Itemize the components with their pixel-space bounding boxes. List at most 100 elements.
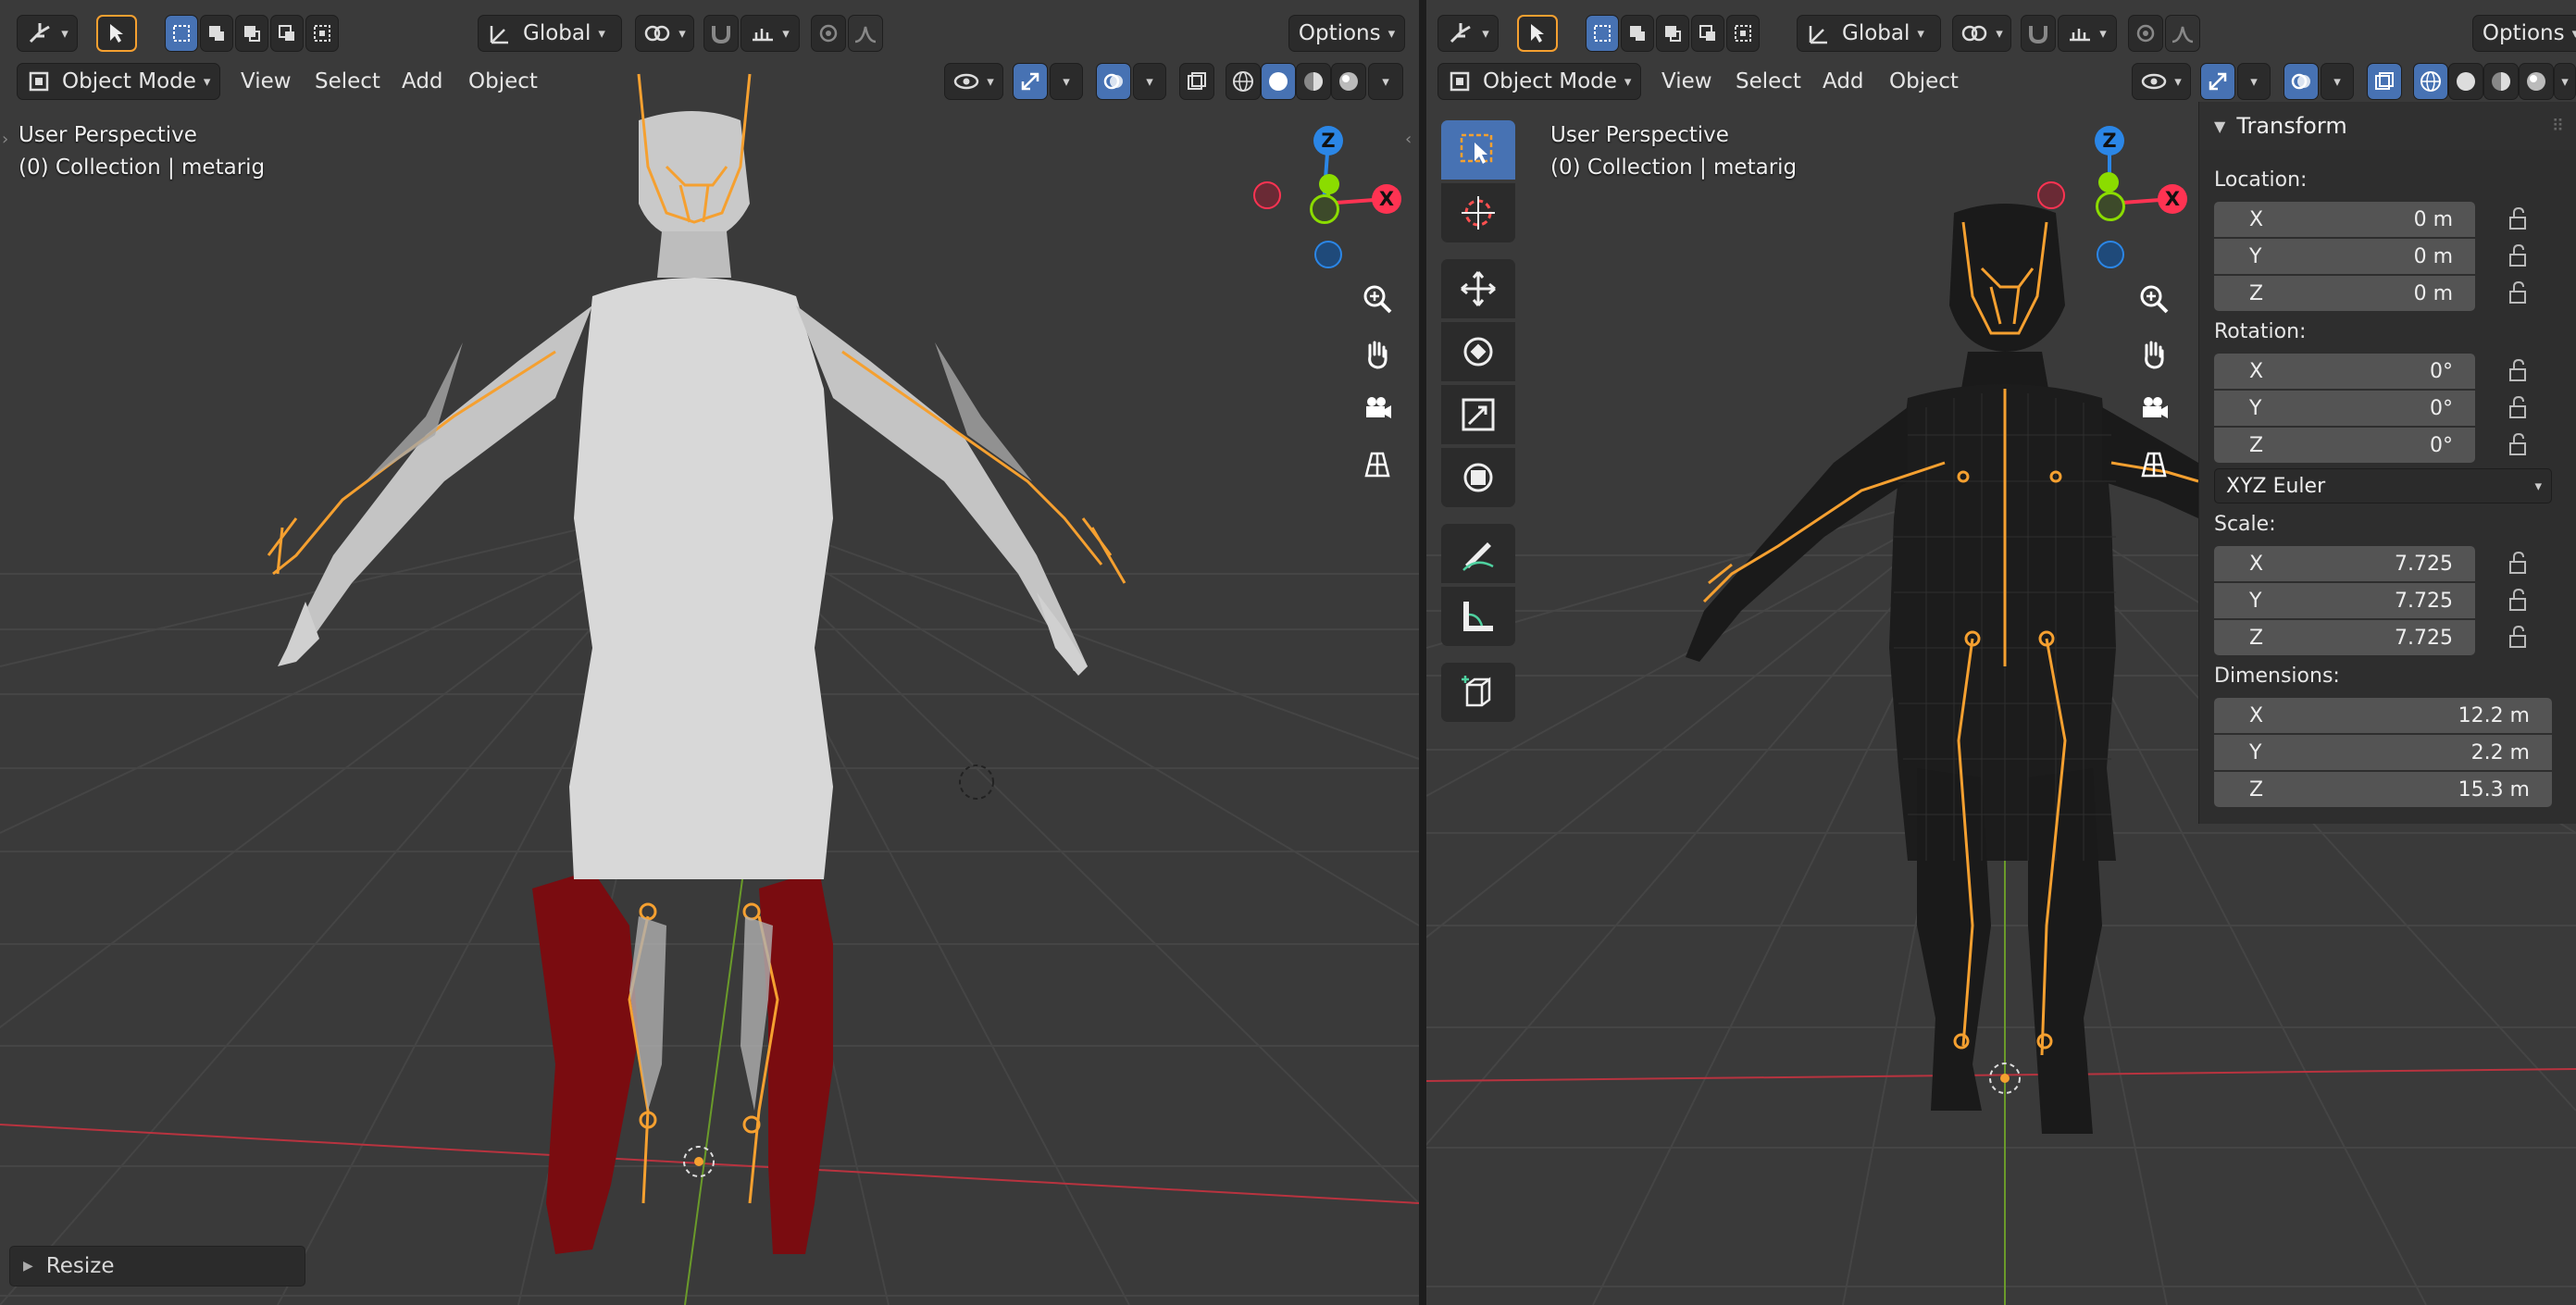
gizmo-axis-neg-x[interactable] <box>1253 181 1281 209</box>
editor-type-button[interactable]: ▾ <box>1437 14 1499 52</box>
lock-location-y-icon[interactable] <box>2505 242 2532 270</box>
options-dropdown[interactable]: Options ▾ <box>1288 14 1405 52</box>
tool-rotate[interactable] <box>1441 322 1515 381</box>
gizmo-axis-y[interactable] <box>2098 172 2119 193</box>
dimensions-z-field[interactable]: Z 15.3 m <box>2214 772 2552 807</box>
gizmo-axis-neg-z[interactable] <box>2097 241 2124 268</box>
tweak-tool-button[interactable] <box>1517 14 1558 52</box>
xray-toggle[interactable] <box>1179 62 1214 100</box>
select-mode-intersect-button[interactable] <box>1726 14 1760 52</box>
gizmo-toggle[interactable] <box>2200 62 2235 100</box>
perspective-toggle-button[interactable] <box>2130 441 2178 489</box>
tool-move[interactable] <box>1441 259 1515 318</box>
lock-scale-x-icon[interactable] <box>2505 550 2532 578</box>
overlays-dropdown[interactable]: ▾ <box>2321 62 2354 100</box>
overlays-toggle[interactable] <box>2284 62 2319 100</box>
rotation-z-field[interactable]: Z 0° <box>2214 428 2475 463</box>
mode-dropdown[interactable]: Object Mode ▾ <box>1437 62 1641 100</box>
gizmo-axis-z[interactable]: Z <box>1313 126 1343 155</box>
xray-toggle[interactable] <box>2367 62 2402 100</box>
shading-dropdown[interactable]: ▾ <box>2554 62 2576 100</box>
select-mode-invert-button[interactable] <box>270 14 304 52</box>
pivot-point-dropdown[interactable]: ▾ <box>1952 14 2011 52</box>
zoom-button[interactable] <box>1353 275 1401 323</box>
visibility-dropdown[interactable]: ▾ <box>944 62 1003 100</box>
area-divider[interactable] <box>1419 0 1426 1305</box>
menu-object[interactable]: Object <box>1880 63 1968 100</box>
lock-location-x-icon[interactable] <box>2505 205 2532 233</box>
tool-scale[interactable] <box>1441 385 1515 444</box>
overlays-dropdown[interactable]: ▾ <box>1133 62 1166 100</box>
tool-cursor[interactable] <box>1441 183 1515 242</box>
shading-material-button[interactable] <box>1296 62 1331 100</box>
navigation-gizmo[interactable]: Z X <box>2037 120 2204 278</box>
shading-rendered-button[interactable] <box>1331 62 1366 100</box>
select-mode-invert-button[interactable] <box>1691 14 1724 52</box>
navigation-gizmo[interactable]: Z X <box>1240 120 1407 278</box>
gizmo-axis-y[interactable] <box>1319 174 1339 194</box>
lock-rotation-y-icon[interactable] <box>2505 394 2532 422</box>
menu-object[interactable]: Object <box>459 63 547 100</box>
operator-panel-resize[interactable]: ▶ Resize <box>9 1246 305 1286</box>
shading-wireframe-button[interactable] <box>2413 62 2448 100</box>
location-y-field[interactable]: Y 0 m <box>2214 239 2475 274</box>
visibility-dropdown[interactable]: ▾ <box>2132 62 2191 100</box>
select-mode-subtract-button[interactable] <box>1656 14 1689 52</box>
scale-x-field[interactable]: X 7.725 <box>2214 546 2475 581</box>
gizmo-dropdown[interactable]: ▾ <box>1050 62 1083 100</box>
lock-location-z-icon[interactable] <box>2505 280 2532 307</box>
menu-view[interactable]: View <box>231 63 301 100</box>
transform-orientation-dropdown[interactable]: Global ▾ <box>478 14 622 52</box>
lock-scale-y-icon[interactable] <box>2505 587 2532 615</box>
gizmo-axis-x[interactable]: X <box>1372 184 1401 214</box>
shading-wireframe-button[interactable] <box>1226 62 1261 100</box>
overlays-toggle[interactable] <box>1096 62 1131 100</box>
editor-type-button[interactable]: ▾ <box>17 14 78 52</box>
viewport-right[interactable]: ▾ Global ▾ ▾ ▾ Options ▾ Object Mode ▾ View… <box>1426 0 2576 1305</box>
snap-toggle[interactable] <box>703 14 739 52</box>
gizmo-axis-neg-x[interactable] <box>2037 181 2065 209</box>
scale-y-field[interactable]: Y 7.725 <box>2214 583 2475 618</box>
select-mode-new-button[interactable] <box>1586 14 1619 52</box>
scale-z-field[interactable]: Z 7.725 <box>2214 620 2475 655</box>
menu-view[interactable]: View <box>1652 63 1722 100</box>
pan-button[interactable] <box>1353 330 1401 379</box>
snap-target-dropdown[interactable]: ▾ <box>740 14 800 52</box>
menu-add[interactable]: Add <box>1813 63 1873 100</box>
camera-view-button[interactable] <box>1353 385 1401 433</box>
shading-rendered-button[interactable] <box>2519 62 2554 100</box>
pan-button[interactable] <box>2130 330 2178 379</box>
perspective-toggle-button[interactable] <box>1353 441 1401 489</box>
gizmo-axis-x[interactable]: X <box>2158 184 2187 214</box>
options-dropdown[interactable]: Options ▾ <box>2472 14 2576 52</box>
rotation-mode-dropdown[interactable]: XYZ Euler ▾ <box>2214 468 2552 503</box>
transform-panel-header[interactable]: ▼ Transform ⠿ <box>2199 102 2576 150</box>
select-mode-subtract-button[interactable] <box>235 14 268 52</box>
shading-solid-button[interactable] <box>1261 62 1296 100</box>
menu-select[interactable]: Select <box>305 63 390 100</box>
zoom-button[interactable] <box>2130 275 2178 323</box>
location-x-field[interactable]: X 0 m <box>2214 202 2475 237</box>
select-mode-extend-button[interactable] <box>1621 14 1654 52</box>
shading-solid-button[interactable] <box>2448 62 2483 100</box>
snap-toggle[interactable] <box>2021 14 2056 52</box>
dimensions-y-field[interactable]: Y 2.2 m <box>2214 735 2552 770</box>
proportional-falloff-dropdown[interactable] <box>2165 14 2200 52</box>
menu-select[interactable]: Select <box>1726 63 1811 100</box>
lock-rotation-z-icon[interactable] <box>2505 431 2532 459</box>
camera-view-button[interactable] <box>2130 385 2178 433</box>
proportional-edit-toggle[interactable] <box>811 14 846 52</box>
tool-select-box[interactable] <box>1441 120 1515 180</box>
pivot-point-dropdown[interactable]: ▾ <box>635 14 694 52</box>
tool-add-cube[interactable] <box>1441 663 1515 722</box>
gizmo-toggle[interactable] <box>1013 62 1048 100</box>
shading-dropdown[interactable]: ▾ <box>1368 62 1403 100</box>
tool-transform[interactable] <box>1441 448 1515 507</box>
shading-material-button[interactable] <box>2483 62 2519 100</box>
gizmo-axis-z[interactable]: Z <box>2095 126 2124 155</box>
gizmo-dropdown[interactable]: ▾ <box>2237 62 2271 100</box>
toolbar-expand-arrow-icon[interactable]: › <box>2 130 8 149</box>
snap-target-dropdown[interactable]: ▾ <box>2058 14 2117 52</box>
gizmo-axis-neg-z[interactable] <box>1314 241 1342 268</box>
menu-add[interactable]: Add <box>392 63 453 100</box>
